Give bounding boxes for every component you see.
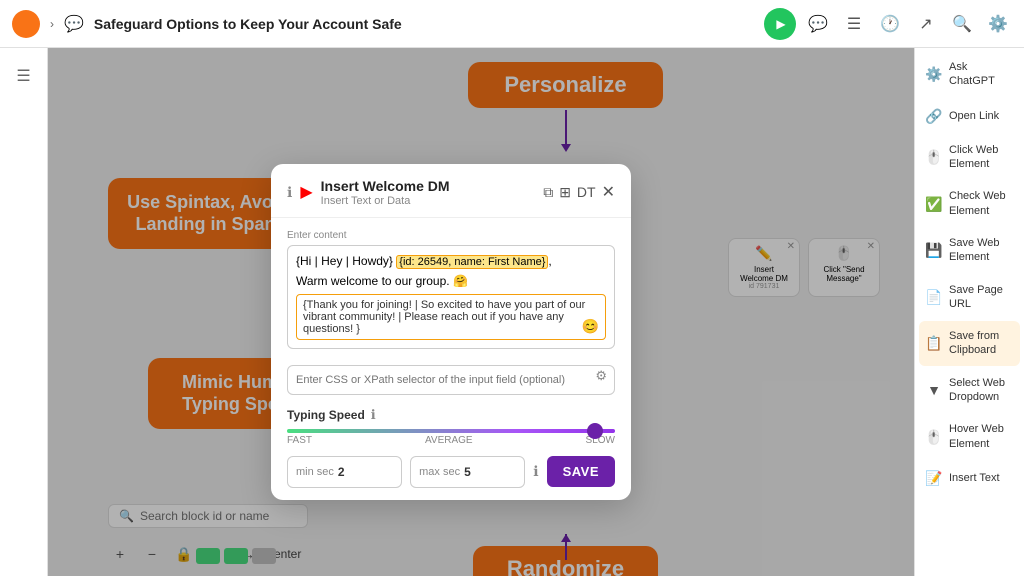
sidebar-item-dropdown[interactable]: ▼ Select Web Dropdown <box>919 368 1020 413</box>
sidebar-label-open-link: Open Link <box>949 109 999 123</box>
content-line2: Warm welcome to our group. 🤗 <box>296 274 606 288</box>
sidebar-label-insert-text: Insert Text <box>949 471 1000 485</box>
save-url-icon: 📄 <box>925 288 943 306</box>
sidebar-item-click-web[interactable]: 🖱️ Click Web Element <box>919 135 1020 180</box>
sidebar-label-save-web: Save Web Element <box>949 236 1014 265</box>
max-sec-box[interactable]: max sec 5 <box>410 456 525 488</box>
xpath-input[interactable] <box>287 365 615 395</box>
modal-body: Enter content {Hi | Hey | Howdy} {id: 26… <box>271 218 631 500</box>
settings-gear-icon[interactable]: ⚙ <box>595 368 607 384</box>
clone-icon[interactable]: ⊞ <box>559 184 571 201</box>
slider-average-label: AVERAGE <box>425 435 473 446</box>
sidebar-label-dropdown: Select Web Dropdown <box>949 376 1014 405</box>
min-max-row: min sec 2 max sec 5 ℹ SAVE <box>287 456 615 488</box>
history-icon[interactable]: 🕐 <box>876 10 904 38</box>
list-icon[interactable]: ☰ <box>840 10 868 38</box>
typing-speed-row: Typing Speed ℹ <box>287 407 615 423</box>
clipboard-icon: 📋 <box>925 334 943 352</box>
sidebar-item-save-clipboard[interactable]: 📋 Save from Clipboard <box>919 321 1020 366</box>
check-web-icon: ✅ <box>925 195 943 213</box>
save-button[interactable]: SAVE <box>547 456 615 487</box>
typing-speed-label: Typing Speed <box>287 408 365 422</box>
spintax-box: {Thank you for joining! | So excited to … <box>296 294 606 340</box>
header-right-controls: 💬 ☰ 🕐 ↗ 🔍 ⚙️ <box>764 8 1012 40</box>
share-icon[interactable]: ↗ <box>912 10 940 38</box>
main-layout: ☰ Use Spintax, Avoid Landing in Spam Mim… <box>0 48 1024 576</box>
sidebar-item-save-url[interactable]: 📄 Save Page URL <box>919 275 1020 320</box>
max-value: 5 <box>464 465 471 479</box>
sidebar-label-chatgpt: Ask ChatGPT <box>949 60 1014 89</box>
sidebar-item-save-web[interactable]: 💾 Save Web Element <box>919 228 1020 273</box>
sidebar-item-open-link[interactable]: 🔗 Open Link <box>919 99 1020 133</box>
sidebar-item-hover[interactable]: 🖱️ Hover Web Element <box>919 414 1020 459</box>
app-logo <box>12 10 40 38</box>
dropdown-icon: ▼ <box>925 381 943 399</box>
slider-labels: FAST AVERAGE SLOW <box>287 435 615 446</box>
document-icon: 💬 <box>64 14 84 34</box>
translate-icon[interactable]: DT <box>577 184 596 200</box>
modal-close-button[interactable]: ✕ <box>602 182 615 202</box>
insert-dm-modal: ℹ ▶ Insert Welcome DM Insert Text or Dat… <box>271 164 631 500</box>
right-sidebar: ⚙️ Ask ChatGPT 🔗 Open Link 🖱️ Click Web … <box>914 48 1024 576</box>
sidebar-label-clipboard: Save from Clipboard <box>949 329 1014 358</box>
sidebar-item-check-web[interactable]: ✅ Check Web Element <box>919 181 1020 226</box>
left-nav: ☰ <box>0 48 48 576</box>
slider-fast-label: FAST <box>287 435 312 446</box>
min-label: min sec <box>296 466 334 478</box>
app-header: › 💬 Safeguard Options to Keep Your Accou… <box>0 0 1024 48</box>
sidebar-label-hover: Hover Web Element <box>949 422 1014 451</box>
play-button[interactable] <box>764 8 796 40</box>
content-area[interactable]: {Hi | Hey | Howdy} {id: 26549, name: Fir… <box>287 245 615 349</box>
chevron-icon: › <box>50 17 54 31</box>
content-line1: {Hi | Hey | Howdy} {id: 26549, name: Fir… <box>296 254 606 268</box>
id-highlight: {id: 26549, name: First Name} <box>396 255 548 269</box>
slider-thumb[interactable] <box>587 423 603 439</box>
nav-menu-icon[interactable]: ☰ <box>8 60 40 92</box>
open-link-icon: 🔗 <box>925 107 943 125</box>
min-value: 2 <box>338 465 345 479</box>
min-max-info-icon[interactable]: ℹ <box>533 463 538 480</box>
modal-header: ℹ ▶ Insert Welcome DM Insert Text or Dat… <box>271 164 631 218</box>
sidebar-item-chatgpt[interactable]: ⚙️ Ask ChatGPT <box>919 52 1020 97</box>
sidebar-label-check-web: Check Web Element <box>949 189 1014 218</box>
page-title: Safeguard Options to Keep Your Account S… <box>94 16 754 32</box>
save-web-icon: 💾 <box>925 241 943 259</box>
modal-header-icons: ⧉ ⊞ DT ✕ <box>543 182 615 202</box>
insert-text-icon: 📝 <box>925 469 943 487</box>
sidebar-item-insert-text[interactable]: 📝 Insert Text <box>919 461 1020 495</box>
modal-subtitle: Insert Text or Data <box>321 195 450 207</box>
modal-info-icon[interactable]: ℹ <box>287 184 292 201</box>
copy-icon[interactable]: ⧉ <box>543 184 553 201</box>
sidebar-label-click-web: Click Web Element <box>949 143 1014 172</box>
settings-icon[interactable]: ⚙️ <box>984 10 1012 38</box>
emoji-icon: 😊 <box>582 318 599 335</box>
typing-speed-info-icon[interactable]: ℹ <box>371 407 376 423</box>
spintax-text: {Hi | Hey | Howdy} <box>296 254 393 268</box>
modal-overlay: ℹ ▶ Insert Welcome DM Insert Text or Dat… <box>48 48 914 576</box>
modal-title: Insert Welcome DM <box>321 178 450 195</box>
canvas-area: Use Spintax, Avoid Landing in Spam Mimic… <box>48 48 914 576</box>
content-label: Enter content <box>287 230 615 241</box>
min-sec-box[interactable]: min sec 2 <box>287 456 402 488</box>
comment-icon[interactable]: 💬 <box>804 10 832 38</box>
slider-container[interactable]: FAST AVERAGE SLOW <box>287 429 615 446</box>
hover-icon: 🖱️ <box>925 428 943 446</box>
click-web-icon: 🖱️ <box>925 148 943 166</box>
chatgpt-icon: ⚙️ <box>925 65 943 83</box>
slider-track <box>287 429 615 433</box>
max-label: max sec <box>419 466 460 478</box>
sidebar-label-save-url: Save Page URL <box>949 283 1014 312</box>
xpath-container: ⚙ <box>287 357 615 395</box>
modal-title-block: Insert Welcome DM Insert Text or Data <box>321 178 450 207</box>
search-icon[interactable]: 🔍 <box>948 10 976 38</box>
youtube-icon[interactable]: ▶ <box>300 182 312 202</box>
